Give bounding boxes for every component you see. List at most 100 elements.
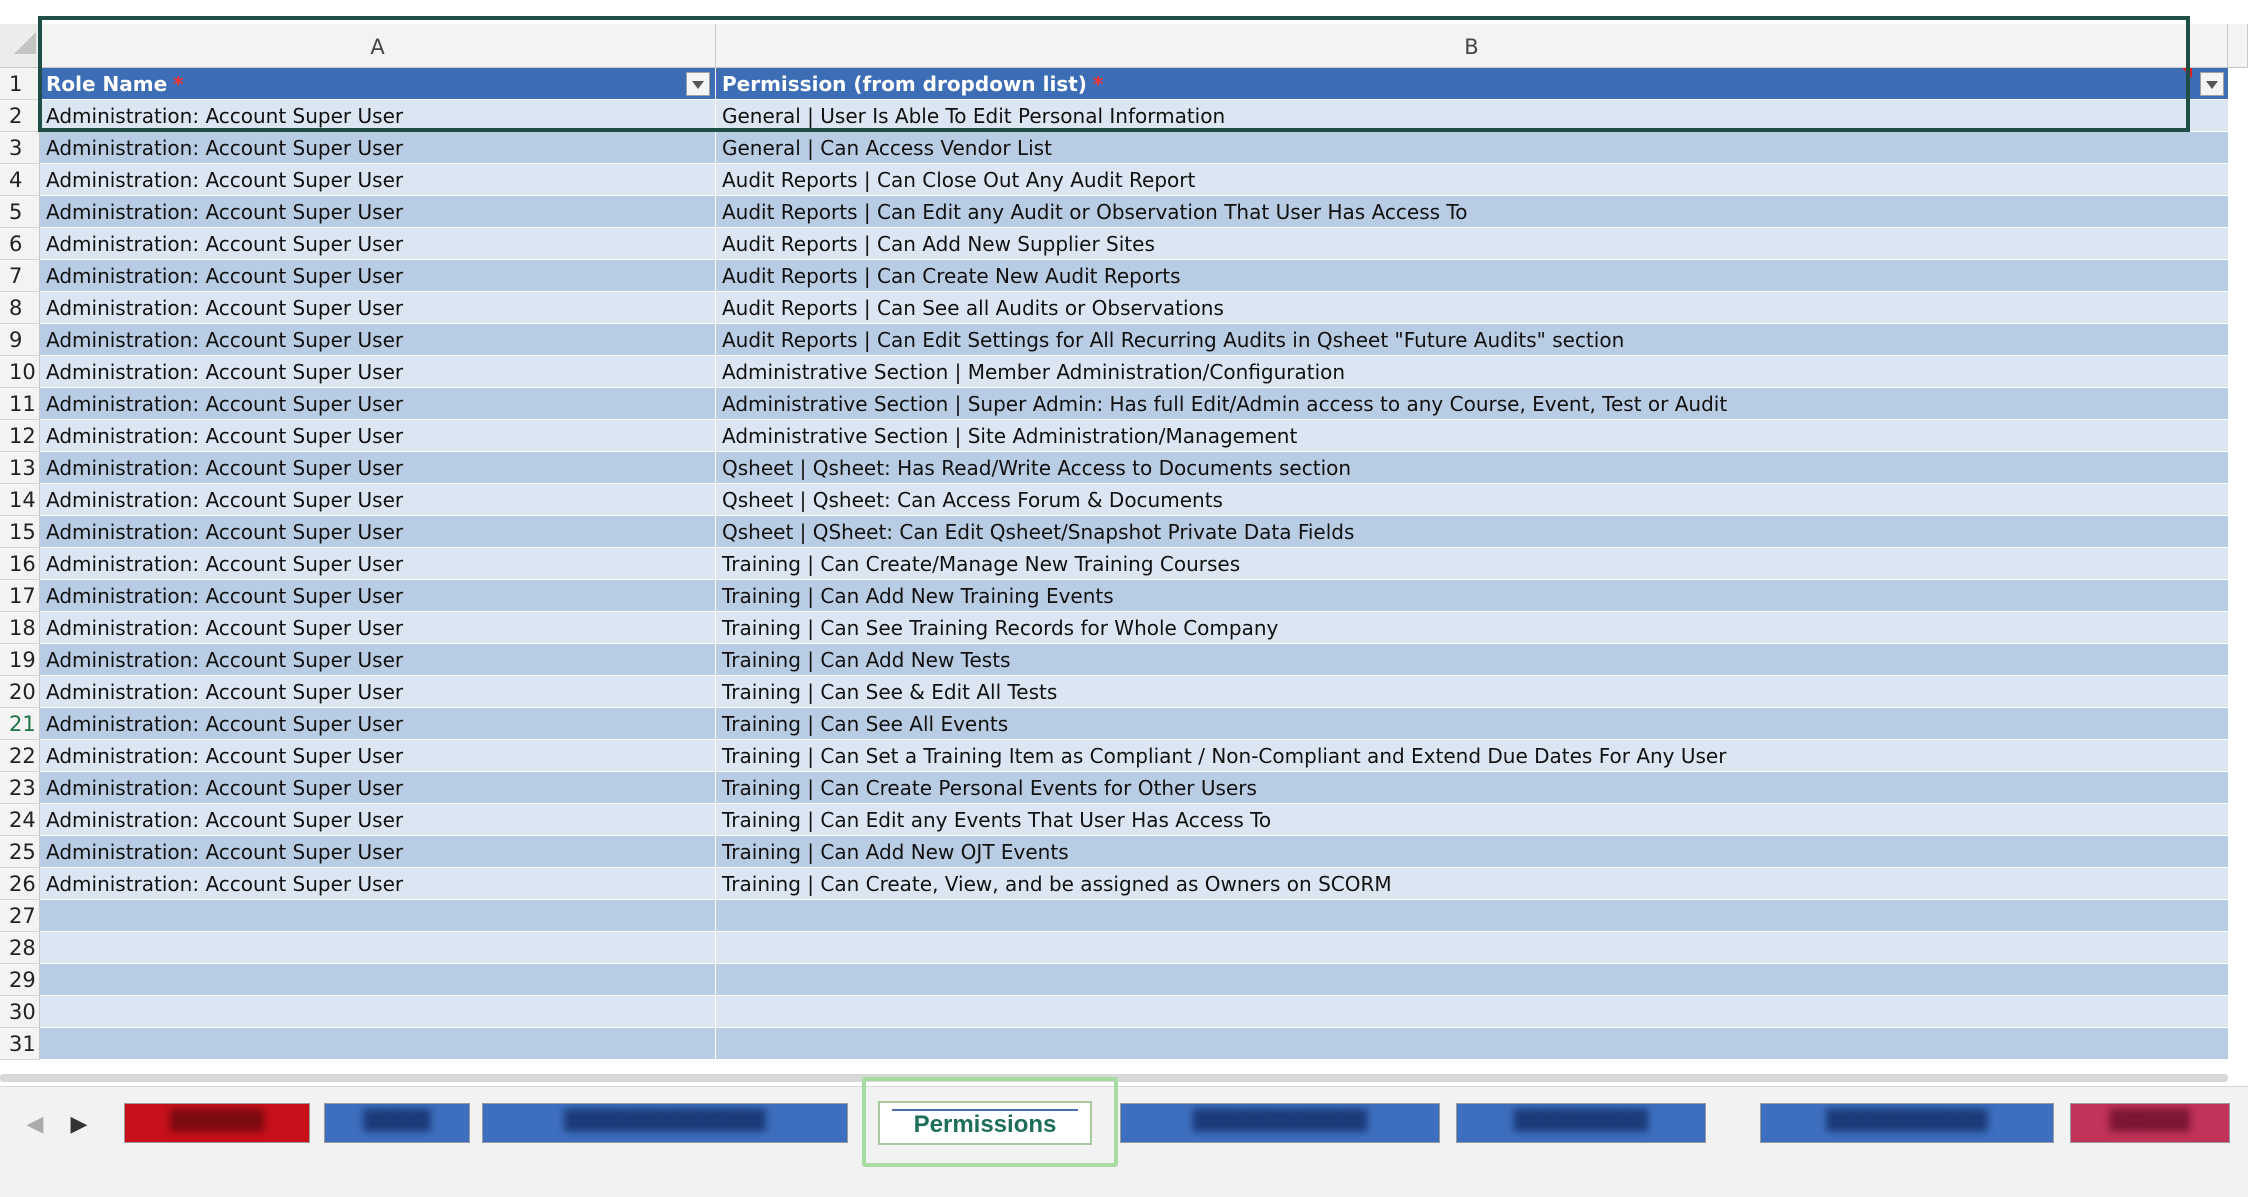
sheet-tab[interactable]: ██████████ bbox=[1456, 1103, 1706, 1143]
sheet-tab[interactable]: ███████ bbox=[124, 1103, 310, 1143]
cell-role-name[interactable]: Administration: Account Super User bbox=[40, 388, 716, 420]
cell-permission[interactable]: Administrative Section | Site Administra… bbox=[716, 420, 2228, 452]
spreadsheet-grid[interactable]: A B 1 Role Name * Permission (from dropdo… bbox=[0, 0, 2248, 1070]
sheet-tab[interactable]: ███████████████ bbox=[482, 1103, 848, 1143]
cell-role-name[interactable]: Administration: Account Super User bbox=[40, 612, 716, 644]
cell-permission[interactable]: Training | Can See Training Records for … bbox=[716, 612, 2228, 644]
row-number[interactable]: 9 bbox=[0, 324, 40, 356]
cell-permission[interactable]: General | User Is Able To Edit Personal … bbox=[716, 100, 2228, 132]
sheet-tab-permissions[interactable]: Permissions bbox=[878, 1101, 1092, 1145]
cell-role-name[interactable]: Administration: Account Super User bbox=[40, 196, 716, 228]
row-number[interactable]: 19 bbox=[0, 644, 40, 676]
cell-permission[interactable]: Audit Reports | Can Edit Settings for Al… bbox=[716, 324, 2228, 356]
row-number[interactable]: 27 bbox=[0, 900, 40, 932]
cell-role-name[interactable] bbox=[40, 932, 716, 964]
cell-permission[interactable] bbox=[716, 964, 2228, 996]
cell-permission[interactable]: Audit Reports | Can Create New Audit Rep… bbox=[716, 260, 2228, 292]
cell-permission[interactable] bbox=[716, 996, 2228, 1028]
row-number[interactable]: 11 bbox=[0, 388, 40, 420]
cell-permission[interactable]: Training | Can Edit any Events That User… bbox=[716, 804, 2228, 836]
sheet-tab[interactable]: █████████████ bbox=[1120, 1103, 1440, 1143]
cell-role-name[interactable] bbox=[40, 996, 716, 1028]
cell-permission[interactable] bbox=[716, 900, 2228, 932]
cell-role-name[interactable]: Administration: Account Super User bbox=[40, 132, 716, 164]
cell-permission[interactable]: Qsheet | Qsheet: Can Access Forum & Docu… bbox=[716, 484, 2228, 516]
cell-permission[interactable] bbox=[716, 932, 2228, 964]
cell-role-name[interactable]: Administration: Account Super User bbox=[40, 804, 716, 836]
cell-role-name[interactable]: Administration: Account Super User bbox=[40, 548, 716, 580]
cell-permission[interactable]: Audit Reports | Can Add New Supplier Sit… bbox=[716, 228, 2228, 260]
cell-role-name[interactable]: Administration: Account Super User bbox=[40, 740, 716, 772]
row-number[interactable]: 5 bbox=[0, 196, 40, 228]
cell-role-name[interactable]: Administration: Account Super User bbox=[40, 868, 716, 900]
header-cell-role-name[interactable]: Role Name * bbox=[40, 68, 716, 100]
row-number[interactable]: 14 bbox=[0, 484, 40, 516]
filter-dropdown-icon[interactable] bbox=[2200, 72, 2224, 96]
cell-permission[interactable]: Training | Can Create/Manage New Trainin… bbox=[716, 548, 2228, 580]
row-number[interactable]: 2 bbox=[0, 100, 40, 132]
cell-role-name[interactable]: Administration: Account Super User bbox=[40, 356, 716, 388]
cell-permission[interactable]: Qsheet | QSheet: Can Edit Qsheet/Snapsho… bbox=[716, 516, 2228, 548]
filter-dropdown-icon[interactable] bbox=[686, 72, 710, 96]
row-number[interactable]: 8 bbox=[0, 292, 40, 324]
cell-permission[interactable]: Training | Can See All Events bbox=[716, 708, 2228, 740]
cell-role-name[interactable] bbox=[40, 900, 716, 932]
horizontal-scrollbar[interactable] bbox=[0, 1074, 2228, 1082]
row-number[interactable]: 18 bbox=[0, 612, 40, 644]
cell-permission[interactable]: General | Can Access Vendor List bbox=[716, 132, 2228, 164]
cell-permission[interactable]: Audit Reports | Can Edit any Audit or Ob… bbox=[716, 196, 2228, 228]
row-number[interactable]: 25 bbox=[0, 836, 40, 868]
header-cell-permission[interactable]: Permission (from dropdown list) * bbox=[716, 68, 2228, 100]
cell-role-name[interactable]: Administration: Account Super User bbox=[40, 420, 716, 452]
cell-role-name[interactable]: Administration: Account Super User bbox=[40, 708, 716, 740]
row-number[interactable]: 31 bbox=[0, 1028, 40, 1060]
row-number[interactable]: 4 bbox=[0, 164, 40, 196]
sheet-tab[interactable]: █████ bbox=[324, 1103, 470, 1143]
cell-permission[interactable]: Training | Can Create Personal Events fo… bbox=[716, 772, 2228, 804]
row-number[interactable]: 28 bbox=[0, 932, 40, 964]
row-number[interactable]: 26 bbox=[0, 868, 40, 900]
cell-permission[interactable]: Training | Can Add New Tests bbox=[716, 644, 2228, 676]
cell-permission[interactable]: Administrative Section | Member Administ… bbox=[716, 356, 2228, 388]
cell-role-name[interactable] bbox=[40, 964, 716, 996]
row-number[interactable]: 7 bbox=[0, 260, 40, 292]
row-number[interactable]: 12 bbox=[0, 420, 40, 452]
row-number[interactable]: 30 bbox=[0, 996, 40, 1028]
row-number[interactable]: 16 bbox=[0, 548, 40, 580]
cell-permission[interactable]: Audit Reports | Can Close Out Any Audit … bbox=[716, 164, 2228, 196]
sheet-tab[interactable]: ██████ bbox=[2070, 1103, 2230, 1143]
row-number[interactable]: 3 bbox=[0, 132, 40, 164]
row-number[interactable]: 29 bbox=[0, 964, 40, 996]
cell-permission[interactable]: Administrative Section | Super Admin: Ha… bbox=[716, 388, 2228, 420]
column-header-a[interactable]: A bbox=[40, 24, 716, 68]
row-number[interactable]: 20 bbox=[0, 676, 40, 708]
cell-role-name[interactable]: Administration: Account Super User bbox=[40, 676, 716, 708]
cell-role-name[interactable]: Administration: Account Super User bbox=[40, 164, 716, 196]
cell-role-name[interactable]: Administration: Account Super User bbox=[40, 260, 716, 292]
cell-permission[interactable]: Training | Can See & Edit All Tests bbox=[716, 676, 2228, 708]
cell-role-name[interactable]: Administration: Account Super User bbox=[40, 644, 716, 676]
cell-permission[interactable]: Training | Can Create, View, and be assi… bbox=[716, 868, 2228, 900]
cell-permission[interactable]: Training | Can Add New Training Events bbox=[716, 580, 2228, 612]
cell-role-name[interactable]: Administration: Account Super User bbox=[40, 836, 716, 868]
cell-role-name[interactable] bbox=[40, 1028, 716, 1060]
row-number[interactable]: 1 bbox=[0, 68, 40, 100]
row-number[interactable]: 15 bbox=[0, 516, 40, 548]
column-header-b[interactable]: B bbox=[716, 24, 2228, 68]
cell-permission[interactable] bbox=[716, 1028, 2228, 1060]
sheet-tab[interactable]: ████████████ bbox=[1760, 1103, 2054, 1143]
row-number[interactable]: 10 bbox=[0, 356, 40, 388]
row-number[interactable]: 22 bbox=[0, 740, 40, 772]
row-number[interactable]: 23 bbox=[0, 772, 40, 804]
row-number[interactable]: 24 bbox=[0, 804, 40, 836]
row-number[interactable]: 21 bbox=[0, 708, 40, 740]
cell-role-name[interactable]: Administration: Account Super User bbox=[40, 516, 716, 548]
cell-role-name[interactable]: Administration: Account Super User bbox=[40, 228, 716, 260]
cell-role-name[interactable]: Administration: Account Super User bbox=[40, 324, 716, 356]
row-number[interactable]: 6 bbox=[0, 228, 40, 260]
cell-permission[interactable]: Training | Can Set a Training Item as Co… bbox=[716, 740, 2228, 772]
row-number[interactable]: 17 bbox=[0, 580, 40, 612]
cell-role-name[interactable]: Administration: Account Super User bbox=[40, 292, 716, 324]
cell-role-name[interactable]: Administration: Account Super User bbox=[40, 580, 716, 612]
next-sheet-icon[interactable]: ▶ bbox=[64, 1109, 94, 1139]
